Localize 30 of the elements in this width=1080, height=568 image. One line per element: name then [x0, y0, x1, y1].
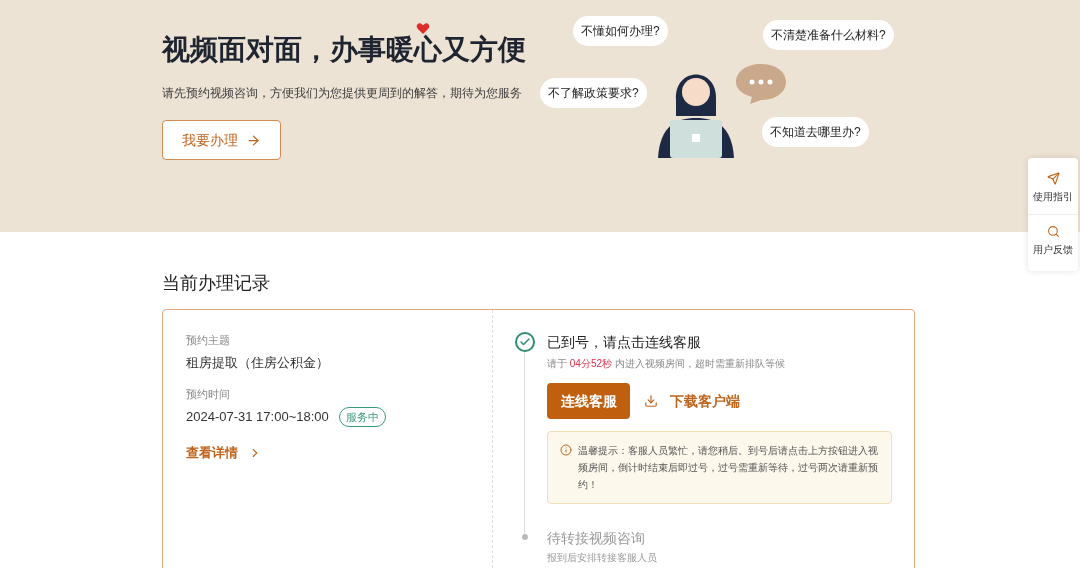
connect-button[interactable]: 连线客服	[547, 383, 630, 419]
step-hint: 请于 04分52秒 内进入视频房间，超时需重新排队等候	[547, 357, 786, 371]
section-heading: 当前办理记录	[162, 272, 271, 295]
hero-title: 视频面对面，办事暖心又方便	[162, 34, 526, 66]
heart-icon	[416, 23, 430, 34]
side-panel-item[interactable]: 用户反馈	[1028, 214, 1078, 261]
field-label: 预约时间	[186, 387, 231, 402]
search-icon	[1046, 225, 1060, 238]
step-title: 已到号，请点击连线客服	[547, 333, 702, 352]
speech-bubble: 不懂如何办理?	[573, 16, 668, 46]
notice-text: 温馨提示：客服人员繁忙，请您稍后。到号后请点击上方按钮进入视频房间，倒计时结束后即过号，过号需重新等待，过号两次请重新预约！	[578, 444, 879, 492]
field-label: 预约主题	[186, 333, 231, 348]
hero-subtitle: 请先预约视频咨询，方便我们为您提供更周到的解答，期待为您服务	[162, 85, 523, 102]
time-value: 2024-07-31 17:00~18:00	[186, 408, 329, 426]
step-subtitle: 报到后安排转接客服人员	[547, 551, 657, 565]
speech-bubble: 不知道去哪里办?	[762, 117, 869, 147]
speech-bubble: 不了解政策要求?	[540, 78, 647, 108]
speech-bubble: 不清楚准备什么材料?	[763, 20, 894, 50]
step-title: 待转接视频咨询	[547, 529, 646, 548]
apply-button[interactable]: 我要办理	[162, 120, 281, 160]
step-done-icon	[515, 332, 535, 352]
download-link[interactable]: 下载客户端	[644, 390, 740, 412]
info-icon	[560, 444, 572, 456]
speech-bubble-icon	[736, 64, 786, 104]
side-panel-item[interactable]: 使用指引	[1028, 168, 1078, 208]
arrow-right-icon	[246, 132, 261, 148]
topic-value: 租房提取（住房公积金）	[186, 353, 330, 372]
download-icon	[644, 394, 658, 408]
details-link[interactable]: 查看详情	[186, 443, 262, 463]
paper-plane-icon	[1046, 172, 1060, 185]
